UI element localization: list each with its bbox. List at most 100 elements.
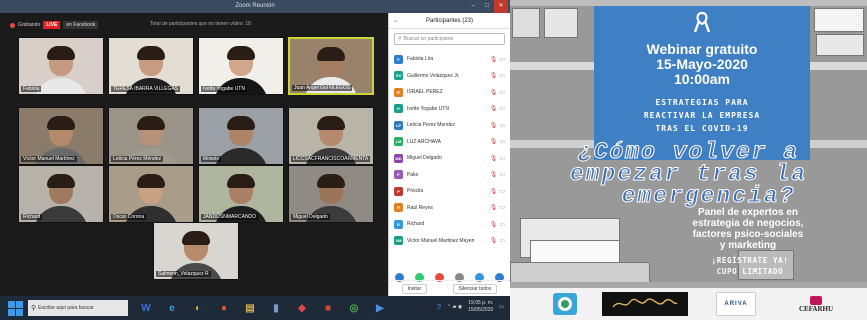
mic-muted-icon[interactable]: 🎙	[490, 89, 498, 96]
facebook-live-label: en Facebook	[63, 21, 99, 29]
taskbar-app-icon[interactable]: ▶	[372, 300, 388, 316]
participants-panel: ⌄ Participantes (23) ⚲ Buscar un partici…	[388, 13, 510, 296]
participant-row[interactable]: VM Victor Manuel Martinez Mayen 🎙 ▭	[389, 233, 510, 250]
mic-muted-icon[interactable]: 🎙	[490, 138, 498, 145]
participant-search-input[interactable]: ⚲ Buscar un participante	[394, 33, 505, 45]
video-off-icon[interactable]: ▭	[499, 72, 505, 79]
participant-row[interactable]: IP ISRAEL PEREZ 🎙 ▭	[389, 84, 510, 101]
mic-muted-icon[interactable]: 🎙	[490, 221, 498, 228]
video-off-icon[interactable]: ▭	[499, 122, 505, 129]
video-off-icon[interactable]: ▭	[499, 221, 505, 228]
participant-status: 🎙 ▭	[490, 171, 505, 178]
taskbar-app-icon[interactable]: ◎	[346, 300, 362, 316]
avatar: MD	[394, 153, 403, 163]
sponsor-logo-signature	[602, 292, 688, 316]
video-off-icon[interactable]: ▭	[499, 171, 505, 178]
taskbar-search-placeholder: Escribe aquí para buscar	[38, 305, 94, 311]
mic-muted-icon[interactable]: 🎙	[490, 72, 498, 79]
taskbar-app-icon[interactable]: ▮	[268, 300, 284, 316]
video-off-icon[interactable]: ▭	[499, 89, 505, 96]
mute-all-button[interactable]: Silenciar todos	[452, 283, 498, 294]
video-off-icon[interactable]: ▭	[499, 204, 505, 211]
avatar: VM	[394, 236, 403, 246]
video-tile[interactable]: Leticia Pérez Méndez	[108, 107, 194, 165]
taskbar-app-icon[interactable]: e	[164, 300, 180, 316]
video-tile[interactable]: Moisés	[198, 107, 284, 165]
window-title: Zoom Reunión	[235, 3, 275, 9]
recording-indicator: Grabando LIVE en Facebook	[10, 21, 99, 29]
mic-muted-icon[interactable]: 🎙	[490, 56, 498, 63]
taskbar-app-icon[interactable]: ◐	[190, 300, 206, 316]
taskbar-app-icon[interactable]: W	[138, 300, 154, 316]
video-tile[interactable]: TERESA IBARRA VILLEGAS	[108, 37, 194, 95]
video-tile[interactable]: Miguel Delgado	[288, 165, 374, 223]
taskbar-search-input[interactable]: ⚲ Escribe aquí para buscar	[28, 300, 128, 316]
mic-muted-icon[interactable]: 🎙	[490, 155, 498, 162]
system-tray: ? ⌃ ▰ ◉ 19:05 p. m. 15/05/2020 ▭	[437, 300, 504, 314]
video-tile[interactable]: Víctor Manuel Martínez	[18, 107, 104, 165]
live-badge[interactable]: LIVE	[43, 21, 61, 29]
participant-row[interactable]: LP Leticia Perez Mendez 🎙 ▭	[389, 117, 510, 134]
video-off-icon[interactable]: ▭	[499, 56, 505, 63]
video-tile[interactable]: Salmerin_Velazquez R	[153, 222, 239, 280]
avatar: F	[394, 54, 403, 64]
windows-start-icon[interactable]	[6, 299, 24, 317]
participant-name-label: Moisés	[201, 156, 221, 162]
invite-button[interactable]: Invitar	[401, 283, 428, 294]
taskbar-app-icon[interactable]: ■	[320, 300, 336, 316]
participant-hair	[317, 115, 345, 130]
video-off-icon[interactable]: ▭	[499, 155, 505, 162]
video-tile[interactable]: Fabiola	[18, 37, 104, 95]
participant-row[interactable]: MD Miguel Delgado 🎙 ▭	[389, 150, 510, 167]
close-button[interactable]: ✕	[494, 0, 508, 13]
participant-row[interactable]: R Richard 🎙 ▭	[389, 216, 510, 233]
mic-muted-icon[interactable]: 🎙	[490, 204, 498, 211]
clock-date: 15/05/2020	[468, 307, 494, 313]
participant-name: Pako	[407, 171, 419, 178]
video-tile[interactable]: LICCSACFRANCISCOARMENTA	[288, 107, 374, 165]
participant-row[interactable]: LM LUZ ARCHAVA 🎙 ▭	[389, 134, 510, 151]
video-off-icon[interactable]: ▭	[499, 237, 505, 244]
participant-row[interactable]: GV Guillermo Velázquez Jr. 🎙 ▭	[389, 68, 510, 85]
avatar: P	[394, 186, 403, 196]
taskbar-app-icon[interactable]: ●	[216, 300, 232, 316]
participant-row[interactable]: F Fabiola Lira 🎙 ▭	[389, 51, 510, 68]
chevron-down-icon[interactable]: ⌄	[393, 13, 398, 29]
mic-muted-icon[interactable]: 🎙	[490, 105, 498, 112]
zoom-window: Zoom Reunión – □ ✕ Grabando LIVE en Face…	[0, 0, 510, 320]
video-tile[interactable]: JANDOSNMARCANDO	[198, 165, 284, 223]
mic-muted-icon[interactable]: 🎙	[490, 188, 498, 195]
mic-muted-icon[interactable]: 🎙	[490, 237, 498, 244]
mic-muted-icon[interactable]: 🎙	[490, 122, 498, 129]
participant-name: Ivette Yogabe UTN	[407, 105, 449, 112]
participant-row[interactable]: IY Ivette Yogabe UTN 🎙 ▭	[389, 101, 510, 118]
minimize-button[interactable]: –	[466, 0, 480, 13]
participant-row[interactable]: P Pako 🎙 ▭	[389, 167, 510, 184]
video-tile[interactable]: Ivette Yogabe UTN	[198, 37, 284, 95]
participant-row[interactable]: R Raúl Reyes 🎙 ▭	[389, 200, 510, 217]
participant-name: LUZ ARCHAVA	[407, 138, 441, 145]
clock[interactable]: 19:05 p. m. 15/05/2020	[468, 300, 493, 314]
network-icon[interactable]: ⌃ ▰ ◉	[447, 304, 462, 310]
participant-list: F Fabiola Lira 🎙 ▭ GV Guillermo Velázquez Jr.…	[389, 51, 510, 249]
participant-status: 🎙 ▭	[490, 105, 505, 112]
video-off-icon[interactable]: ▭	[499, 105, 505, 112]
participant-hair	[47, 115, 75, 130]
participant-row[interactable]: P Priscila 🎙 ▭	[389, 183, 510, 200]
video-tile[interactable]: Oscar Corona	[108, 165, 194, 223]
taskbar-app-icon[interactable]: ◆	[294, 300, 310, 316]
maximize-button[interactable]: □	[480, 0, 494, 13]
help-icon[interactable]: ?	[437, 303, 441, 312]
avatar: R	[394, 203, 403, 213]
notifications-icon[interactable]: ▭	[499, 304, 504, 310]
no-video-banner: Total de participantes que no tienen víd…	[150, 21, 251, 27]
video-tile[interactable]: Juan Angel Gol NLEGOS	[288, 37, 374, 95]
participant-status: 🎙 ▭	[490, 89, 505, 96]
participant-name: ISRAEL PEREZ	[407, 89, 443, 96]
mic-muted-icon[interactable]: 🎙	[490, 171, 498, 178]
taskbar-app-icon[interactable]: ▤	[242, 300, 258, 316]
video-off-icon[interactable]: ▭	[499, 138, 505, 145]
video-tile[interactable]: Richard	[18, 165, 104, 223]
video-off-icon[interactable]: ▭	[499, 188, 505, 195]
record-dot-icon	[10, 22, 15, 28]
